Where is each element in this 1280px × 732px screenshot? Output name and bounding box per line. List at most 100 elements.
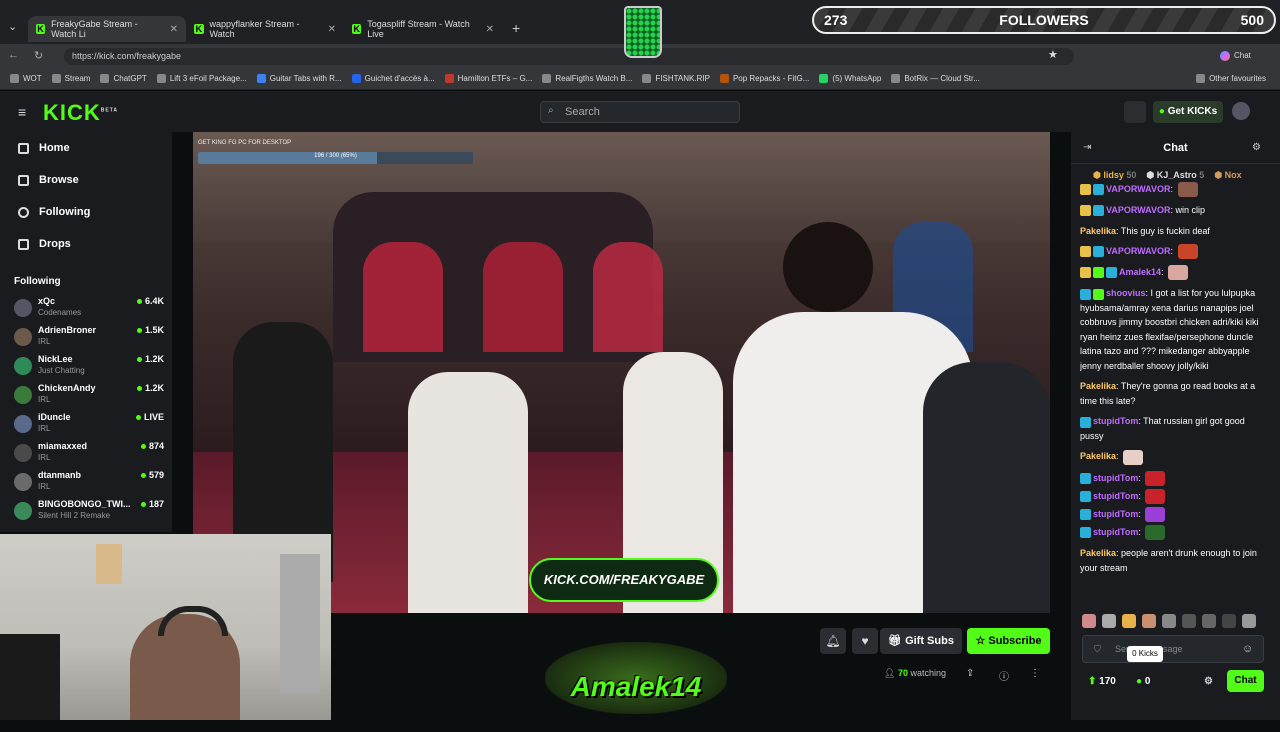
close-tab-icon[interactable]: ✕ [486,24,494,35]
bookmark-item[interactable]: ChatGPT [100,74,147,83]
followed-channel-iduncle[interactable]: iDuncle IRL LIVE [14,412,164,440]
emote-icon[interactable] [1142,614,1156,628]
emote-icon[interactable] [1202,614,1216,628]
back-icon[interactable]: ← [8,49,19,61]
chat-settings-icon[interactable]: ⚙︎ [1252,142,1261,153]
chat-username[interactable]: Pakelika [1080,451,1116,461]
sidebar-item-browse[interactable]: Browse [18,174,79,186]
emote-icon[interactable] [1242,614,1256,628]
chat-username[interactable]: Pakelika [1080,381,1116,391]
send-chat-button[interactable]: Chat [1227,670,1264,692]
followed-channel-chickenandy[interactable]: ChickenAndy IRL 1.2K [14,383,164,411]
share-icon[interactable]: ⇪ [966,668,974,679]
bookmark-item[interactable]: Guitar Tabs with R... [256,74,342,83]
chat-username[interactable]: Pakelika [1080,548,1116,558]
kick-logo[interactable]: KICKBETA [43,100,118,126]
new-tab-icon[interactable]: + [512,20,520,36]
notification-bell-icon[interactable]: 🔔︎ [820,628,846,654]
channel-category: IRL [38,424,51,433]
kicks-balance[interactable]: ● 0 [1136,676,1150,687]
followed-channel-bingobongo[interactable]: BINGOBONGO_TWI... Silent Hill 2 Remake 187 [14,499,164,527]
emote-icon [1145,488,1166,504]
copilot-button[interactable]: Chat [1220,48,1270,64]
sidebar-item-drops[interactable]: Drops [18,238,71,250]
bookmark-item[interactable]: (5) WhatsApp [819,74,881,83]
followed-channel-xqc[interactable]: xQc Codenames 6.4K [14,296,164,324]
chat-username[interactable]: VAPORWAVOR [1106,184,1171,194]
chat-username[interactable]: stupidTom [1093,491,1138,501]
followed-channel-nicklee[interactable]: NickLee Just Chatting 1.2K [14,354,164,382]
subscribe-button[interactable]: ☆ Subscribe [967,628,1050,654]
emote-icon[interactable] [1162,614,1176,628]
studio-icon[interactable] [1124,101,1146,123]
tab-wappyflanker[interactable]: Kwappyflanker Stream - Watch ✕ [186,16,344,42]
search-input[interactable]: Search [540,101,740,123]
bookmark-item[interactable]: Other favourites [1196,74,1266,83]
close-tab-icon[interactable]: ✕ [328,24,336,35]
tab-search-icon[interactable]: ⌄ [8,20,17,33]
botrix-icon [891,74,901,83]
emote-icon [1145,525,1166,540]
tab-label: Togaspliff Stream - Watch Live [367,19,470,39]
sidebar-item-following[interactable]: Following [18,206,90,218]
chat-username[interactable]: stupidTom [1093,473,1138,483]
emote-icon[interactable] [1222,614,1236,628]
more-icon[interactable]: ⋮ [1030,668,1040,679]
chat-username[interactable]: Pakelika [1080,226,1116,236]
sidebar: Home Browse Following Drops Following xQ… [0,132,172,532]
close-tab-icon[interactable]: ✕ [170,24,178,35]
chat-username[interactable]: stupidTom [1093,416,1138,426]
url-field[interactable]: https://kick.com/freakygabe [64,48,1074,65]
bookmark-item[interactable]: WOT [10,74,42,83]
report-icon[interactable]: ⓘ [999,668,1009,683]
chat-messages: VAPORWAVOR: VAPORWAVOR: win clip Pakelik… [1080,182,1270,602]
bookmark-item[interactable]: RealFigths Watch B... [542,74,632,83]
avatar[interactable] [1232,102,1250,120]
reload-icon[interactable]: ↻ [34,49,43,62]
bookmark-item[interactable]: Hamilton ETFs – G... [444,74,532,83]
get-kicks-button[interactable]: ● Get KICKs [1153,101,1223,123]
kick-favicon-icon: K [194,24,204,34]
chat-username[interactable]: VAPORWAVOR [1106,246,1171,256]
bookmark-item[interactable]: Guichet d'accès à... [351,74,435,83]
kicks-coin-icon: ● [1136,676,1145,687]
followed-channel-dtanmanb[interactable]: dtanmanb IRL 579 [14,470,164,498]
followed-channel-adrienbroner[interactable]: AdrienBroner IRL 1.5K [14,325,164,353]
bookmark-item[interactable]: Lift 3 eFoil Package... [156,74,247,83]
emote-icon[interactable] [1082,614,1096,628]
chat-message: Amalek14: [1080,265,1270,281]
follow-heart-icon[interactable]: ♥ [852,628,878,654]
chat-username[interactable]: shoovius [1106,288,1146,298]
followed-channel-miamaxxed[interactable]: miamaxxed IRL 874 [14,441,164,469]
chat-message: stupidTom: That russian girl got good pu… [1080,416,1245,441]
bookmark-item[interactable]: FISHTANK.RIP [642,74,710,83]
gift-subs-button[interactable]: 🎁︎ Gift Subs [880,628,962,654]
bookmark-item[interactable]: Stream [51,74,90,83]
bookmark-star-icon[interactable]: ★ [1048,48,1058,61]
chat-username[interactable]: Amalek14 [1119,267,1161,277]
gear-icon[interactable]: ⚙︎ [1204,676,1213,687]
chat-input[interactable]: Send a message [1082,635,1264,663]
channel-points[interactable]: ⬆ 170 [1088,676,1116,687]
emote-icon[interactable] [1102,614,1116,628]
tab-togaspliff[interactable]: K Togaspliff Stream - Watch Live ✕ [344,16,502,42]
chat-message: Pakelika: [1080,449,1270,465]
badge-icon [1093,246,1104,258]
chat-username[interactable]: stupidTom [1093,509,1138,519]
viewer-count: 6.4K [137,296,164,306]
whatsapp-icon [819,74,829,83]
menu-icon[interactable]: ≡ [18,104,26,120]
emoji-picker-icon[interactable]: ☺ [1242,643,1253,655]
emote-icon[interactable] [1122,614,1136,628]
viewer-count: 579 [141,470,164,480]
bookmark-item[interactable]: BotRix — Cloud Str... [891,74,980,83]
collapse-chat-icon[interactable]: ⇥ [1083,142,1091,153]
gum-jar-icon [624,6,662,58]
emote-icon[interactable] [1182,614,1196,628]
chat-username[interactable]: stupidTom [1093,527,1138,537]
channel-category: IRL [38,337,51,346]
chat-username[interactable]: VAPORWAVOR [1106,205,1171,215]
tab-freakygabe[interactable]: K FreakyGabe Stream - Watch Li ✕ [28,16,186,42]
bookmark-item[interactable]: Pop Repacks - FitG... [719,74,809,83]
sidebar-item-home[interactable]: Home [18,142,70,154]
